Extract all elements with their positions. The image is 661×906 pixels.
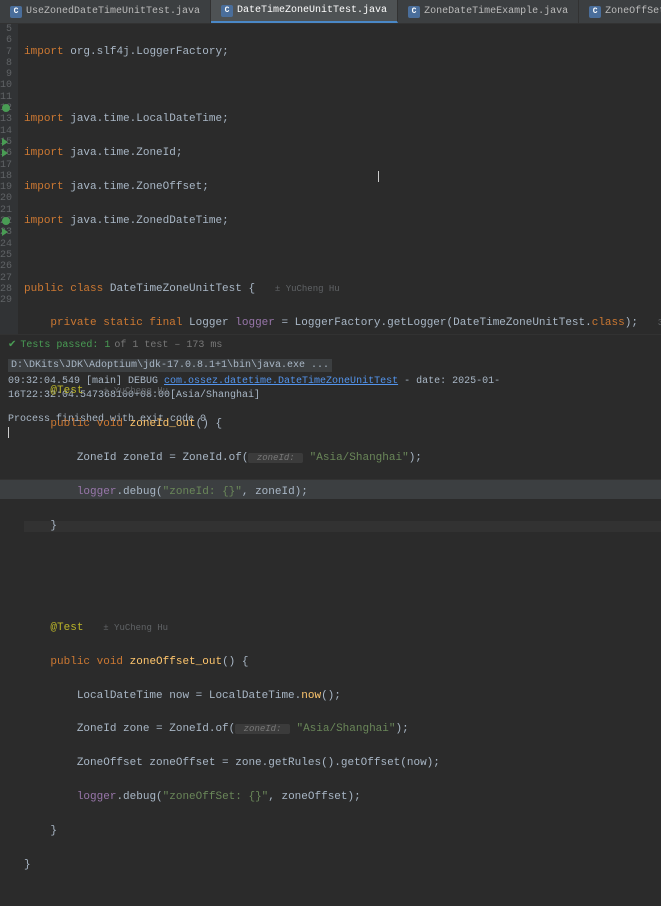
- tab-file-1[interactable]: C DateTimeZoneUnitTest.java: [211, 0, 398, 23]
- tab-label: DateTimeZoneUnitTest.java: [237, 5, 387, 16]
- java-icon: C: [10, 6, 22, 18]
- gutter-line[interactable]: 29: [0, 295, 12, 306]
- console-caret: [8, 427, 9, 438]
- gutter-line[interactable]: 17: [0, 160, 12, 171]
- gutter-line[interactable]: 6: [0, 35, 12, 46]
- gutter-line[interactable]: 23: [0, 227, 12, 238]
- tab-label: UseZonedDateTimeUnitTest.java: [26, 6, 200, 17]
- java-icon: C: [589, 6, 601, 18]
- tab-label: ZoneOffSetAndZoneIdOfUnitTest.java: [605, 6, 661, 17]
- gutter-line[interactable]: 9: [0, 69, 12, 80]
- gutter-line[interactable]: 10: [0, 80, 12, 91]
- tab-label: ZoneDateTimeExample.java: [424, 6, 568, 17]
- tab-file-2[interactable]: C ZoneDateTimeExample.java: [398, 0, 579, 23]
- gutter-line[interactable]: 24: [0, 239, 12, 250]
- check-icon: ✔: [8, 339, 16, 353]
- gutter-line[interactable]: 20: [0, 193, 12, 204]
- gutter-line[interactable]: 21: [0, 205, 12, 216]
- run-gutter-icon[interactable]: [2, 138, 8, 146]
- editor: 5678910111213141516171819202122232425262…: [0, 24, 661, 334]
- gutter-line[interactable]: 28: [0, 284, 12, 295]
- tab-file-3[interactable]: C ZoneOffSetAndZoneIdOfUnitTest.java: [579, 0, 661, 23]
- gutter-line[interactable]: 11: [0, 92, 12, 103]
- gutter-line[interactable]: 16: [0, 148, 12, 159]
- gutter-line[interactable]: 27: [0, 273, 12, 284]
- gutter-line[interactable]: 18: [0, 171, 12, 182]
- change-marker-icon: [2, 104, 10, 112]
- text-caret: [378, 171, 379, 182]
- run-gutter-icon[interactable]: [2, 228, 8, 236]
- code-area[interactable]: import org.slf4j.LoggerFactory; import j…: [18, 24, 661, 334]
- java-icon: C: [221, 5, 233, 17]
- gutter-line[interactable]: 7: [0, 47, 12, 58]
- gutter-line[interactable]: 13: [0, 114, 12, 125]
- java-icon: C: [408, 6, 420, 18]
- gutter-line[interactable]: 22: [0, 216, 12, 227]
- change-marker-icon: [2, 217, 10, 225]
- gutter-line[interactable]: 12: [0, 103, 12, 114]
- gutter-line[interactable]: 26: [0, 261, 12, 272]
- author-hint: ± YuCheng Hu: [275, 284, 340, 294]
- gutter-line[interactable]: 25: [0, 250, 12, 261]
- gutter-line[interactable]: 8: [0, 58, 12, 69]
- gutter-line[interactable]: 19: [0, 182, 12, 193]
- line-gutter[interactable]: 5678910111213141516171819202122232425262…: [0, 24, 18, 334]
- gutter-line[interactable]: 5: [0, 24, 12, 35]
- editor-tabs: C UseZonedDateTimeUnitTest.java C DateTime…: [0, 0, 661, 24]
- run-gutter-icon[interactable]: [2, 149, 8, 157]
- gutter-line[interactable]: 15: [0, 137, 12, 148]
- tab-file-0[interactable]: C UseZonedDateTimeUnitTest.java: [0, 0, 211, 23]
- gutter-line[interactable]: 14: [0, 126, 12, 137]
